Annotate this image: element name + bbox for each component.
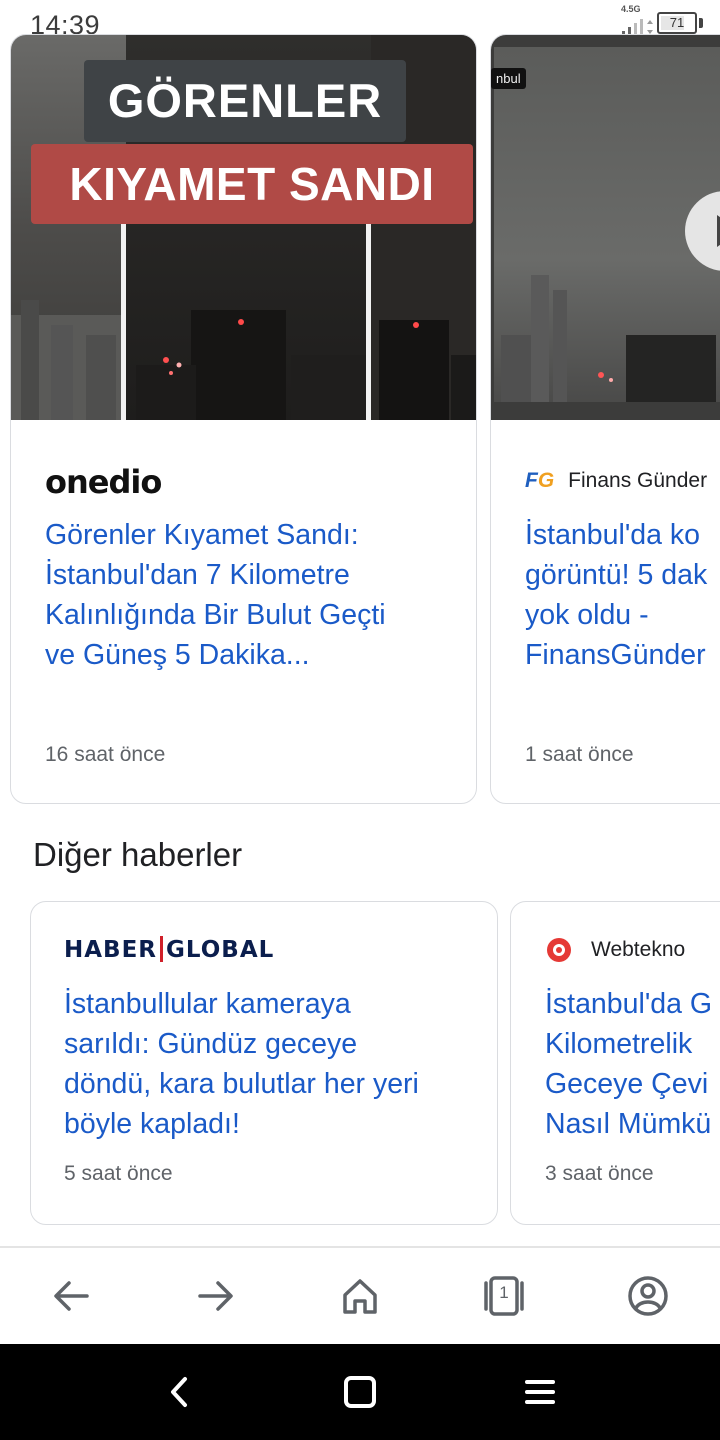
thumbnail-caption-line2: KIYAMET SANDI <box>69 158 435 210</box>
tabs-button[interactable]: 1 <box>478 1270 530 1322</box>
source-row: FG Finans Günder <box>525 469 707 493</box>
back-button[interactable] <box>45 1270 97 1322</box>
story-headline[interactable]: İstanbul'da ko görüntü! 5 dak yok oldu -… <box>525 515 720 675</box>
source-row: Webtekno <box>545 936 685 964</box>
nav-home-icon <box>344 1376 376 1408</box>
battery-icon: 71 <box>657 12 697 34</box>
system-nav-bar <box>0 1344 720 1440</box>
forward-arrow-icon <box>198 1281 233 1311</box>
nav-back-button[interactable] <box>156 1368 204 1416</box>
nav-menu-icon <box>525 1380 555 1404</box>
forward-button[interactable] <box>190 1270 242 1322</box>
story-age: 1 saat önce <box>525 743 634 766</box>
nav-menu-button[interactable] <box>516 1368 564 1416</box>
nav-back-icon <box>171 1377 187 1407</box>
tabs-count: 1 <box>499 1283 509 1302</box>
news-headline[interactable]: İstanbullular kameraya sarıldı: Gündüz g… <box>64 984 494 1144</box>
story-card[interactable]: nbul FG Finans Günder İstanbul'da ko gör… <box>490 34 720 804</box>
story-headline[interactable]: Görenler Kıyamet Sandı: İstanbul'dan 7 K… <box>45 515 470 675</box>
story-age: 16 saat önce <box>45 743 166 766</box>
back-arrow-icon <box>54 1281 89 1311</box>
nav-home-button[interactable] <box>336 1368 384 1416</box>
battery-tip <box>699 18 703 28</box>
story-thumbnail[interactable]: GÖRENLER KIYAMET SANDI <box>11 35 476 420</box>
news-card[interactable]: Webtekno İstanbul'da G Kilometrelik Gece… <box>510 901 720 1225</box>
battery-percent: 71 <box>669 15 685 30</box>
webtekno-icon <box>547 938 571 962</box>
news-age: 3 saat önce <box>545 1162 654 1185</box>
story-thumbnail[interactable]: nbul <box>491 35 720 420</box>
account-button[interactable] <box>622 1270 674 1322</box>
news-age: 5 saat önce <box>64 1162 173 1185</box>
haber-global-logo: HABER GLOBAL <box>64 936 275 963</box>
section-title: Diğer haberler <box>33 836 243 873</box>
source-name: Webtekno <box>591 938 686 961</box>
thumbnail-caption-line1: GÖRENLER <box>107 74 383 127</box>
account-icon <box>628 1276 668 1316</box>
story-card[interactable]: GÖRENLER KIYAMET SANDI onedio Görenler K… <box>10 34 477 804</box>
source-row: onedio <box>45 463 162 501</box>
news-headline[interactable]: İstanbul'da G Kilometrelik Geceye Çevi N… <box>545 984 720 1144</box>
source-name: Finans Günder <box>568 469 708 492</box>
home-button[interactable] <box>334 1270 386 1322</box>
onedio-logo: onedio <box>45 463 162 501</box>
source-row: HABER GLOBAL <box>64 936 274 963</box>
home-icon <box>343 1279 377 1314</box>
split-divider <box>121 215 126 420</box>
browser-toolbar: 1 <box>0 1248 720 1344</box>
finans-gundem-logo: FG <box>525 469 555 492</box>
thumbnail-tag: nbul <box>491 68 526 89</box>
split-divider <box>366 215 371 420</box>
network-type: 4.5G <box>621 4 641 14</box>
news-card[interactable]: HABER GLOBAL İstanbullular kameraya sarıl… <box>30 901 498 1225</box>
